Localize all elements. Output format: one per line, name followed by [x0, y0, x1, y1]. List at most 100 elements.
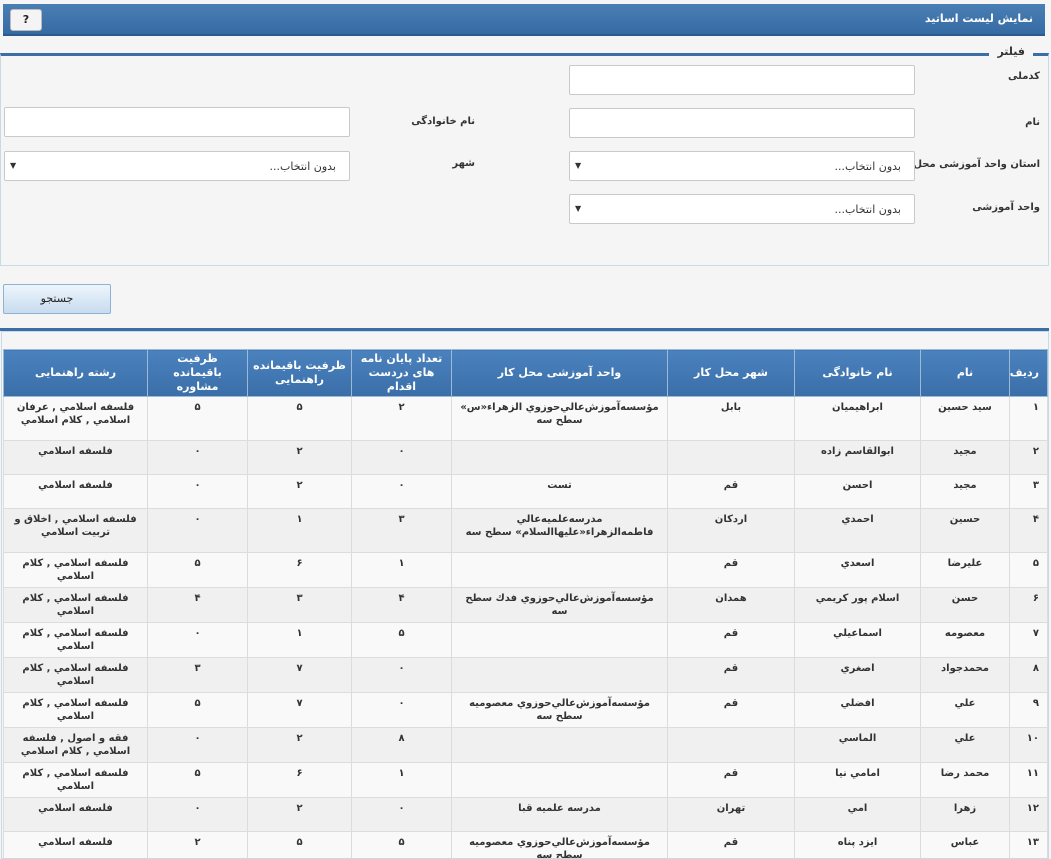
cell-unit: [451, 727, 668, 763]
search-button[interactable]: جستجو: [3, 284, 111, 314]
table-row[interactable]: ۱ سید حسین ابراهیمیان بابل مؤسسه‌آموزش‌عالي‌…: [3, 396, 1048, 441]
table-row[interactable]: ۹ علي افضلي قم مؤسسه‌آموزش‌عالي‌حوزوي معصومي…: [3, 692, 1048, 728]
cell-last-name: امامي نيا: [794, 762, 921, 798]
cell-last-name: احمدي: [794, 508, 921, 553]
cell-theses-count: ۴: [351, 587, 452, 623]
cell-last-name: ابراهیمیان: [794, 396, 921, 441]
cell-rownum: ۶: [1009, 587, 1048, 623]
cell-field: فلسفه اسلامي , کلام اسلامي: [3, 692, 148, 728]
col-unit-header[interactable]: واحد آموزشی محل کار: [451, 349, 668, 397]
page-title: نمایش لیست اساتید: [924, 12, 1033, 25]
col-city-header[interactable]: شهر محل کار: [667, 349, 795, 397]
cell-advisory-capacity: ۵: [147, 396, 248, 441]
cell-unit: [451, 657, 668, 693]
cell-unit: [451, 552, 668, 588]
cell-last-name: ايزد پناه: [794, 831, 921, 858]
table-row[interactable]: ۷ معصومه اسماعيلي قم ۵ ۱ ۰ فلسفه اسلامي , کلام …: [3, 622, 1048, 658]
cell-field: فلسفه اسلامي: [3, 797, 148, 832]
help-button[interactable]: ?: [10, 9, 42, 31]
cell-first-name: علي: [920, 692, 1010, 728]
cell-unit: مدرسه‌علميه‌عالي فاطمه‌الزهراء«عليهاالسل…: [451, 508, 668, 553]
cell-rownum: ۱۱: [1009, 762, 1048, 798]
cell-rownum: ۲: [1009, 440, 1048, 475]
cell-first-name: عليرضا: [920, 552, 1010, 588]
col-theses-count-header[interactable]: تعداد پایان نامه های دردست اقدام: [351, 349, 452, 397]
cell-supervision-capacity: ۱: [247, 622, 352, 658]
cell-theses-count: ۰: [351, 474, 452, 509]
cell-advisory-capacity: ۵: [147, 762, 248, 798]
cell-last-name: اسلام پور کريمي: [794, 587, 921, 623]
last-name-label: نام خانوادگی: [411, 116, 475, 127]
table-row[interactable]: ۲ مجيد ابوالقاسم زاده ۰ ۲ ۰ فلسفه اسلامي: [3, 440, 1048, 475]
table-row[interactable]: ۱۱ محمد رضا امامي نيا قم ۱ ۶ ۵ فلسفه اسلامي , ک…: [3, 762, 1048, 798]
cell-rownum: ۱۳: [1009, 831, 1048, 858]
unit-select[interactable]: بدون انتخاب... ▼: [569, 194, 915, 224]
cell-theses-count: ۱: [351, 762, 452, 798]
col-supervision-capacity-header[interactable]: ظرفیت باقیمانده راهنمایی: [247, 349, 352, 397]
cell-first-name: مجيد: [920, 440, 1010, 475]
col-last-name-header[interactable]: نام خانوادگی: [794, 349, 921, 397]
table-row[interactable]: ۵ عليرضا اسعدي قم ۱ ۶ ۵ فلسفه اسلامي , کلام اسل…: [3, 552, 1048, 588]
col-field-header[interactable]: رشته راهنمایی: [3, 349, 148, 397]
first-name-input[interactable]: [569, 108, 915, 138]
cell-city: قم: [667, 762, 795, 798]
cell-advisory-capacity: ۵: [147, 552, 248, 588]
cell-first-name: زهرا: [920, 797, 1010, 832]
cell-unit: مؤسسه‌آموزش‌عالي‌حوزوي الزهراء«س» سطح سه: [451, 396, 668, 441]
cell-first-name: سید حسین: [920, 396, 1010, 441]
cell-unit: مدرسه علميه قبا: [451, 797, 668, 832]
cell-field: فلسفه اسلامي , کلام اسلامي: [3, 622, 148, 658]
table-row[interactable]: ۱۳ عباس ايزد پناه قم مؤسسه‌آموزش‌عالي‌حوزوي …: [3, 831, 1048, 858]
province-select-value: بدون انتخاب...: [834, 160, 901, 173]
cell-unit: مؤسسه‌آموزش‌عالي‌حوزوي معصوميه سطح سه: [451, 692, 668, 728]
cell-theses-count: ۵: [351, 831, 452, 858]
city-label: شهر: [452, 158, 475, 169]
cell-theses-count: ۰: [351, 440, 452, 475]
cell-first-name: عباس: [920, 831, 1010, 858]
cell-first-name: معصومه: [920, 622, 1010, 658]
chevron-down-icon: ▼: [575, 161, 582, 170]
table-row[interactable]: ۳ مجيد احسن قم تست ۰ ۲ ۰ فلسفه اسلامي: [3, 474, 1048, 509]
cell-city: اردکان: [667, 508, 795, 553]
cell-advisory-capacity: ۲: [147, 831, 248, 858]
cell-field: فقه و اصول , فلسفه اسلامي , کلام اسلامي: [3, 727, 148, 763]
cell-supervision-capacity: ۶: [247, 762, 352, 798]
results-grid: ردیف نام نام خانوادگی شهر محل کار واحد آموزش…: [1, 331, 1049, 859]
cell-city: [667, 727, 795, 763]
cell-rownum: ۳: [1009, 474, 1048, 509]
cell-theses-count: ۰: [351, 657, 452, 693]
cell-theses-count: ۵: [351, 622, 452, 658]
col-first-name-header[interactable]: نام: [920, 349, 1010, 397]
col-rownum-header[interactable]: ردیف: [1009, 349, 1048, 397]
col-advisory-capacity-header[interactable]: ظرفیت باقیمانده مشاوره: [147, 349, 248, 397]
cell-supervision-capacity: ۶: [247, 552, 352, 588]
cell-city: قم: [667, 692, 795, 728]
cell-theses-count: ۱: [351, 552, 452, 588]
table-row[interactable]: ۴ حسين احمدي اردکان مدرسه‌علميه‌عالي فاطمه‌ا…: [3, 508, 1048, 553]
cell-unit: [451, 622, 668, 658]
cell-field: فلسفه اسلامي , کلام اسلامي: [3, 587, 148, 623]
table-row[interactable]: ۱۰ علي الماسي ۸ ۲ ۰ فقه و اصول , فلسفه اسلامي …: [3, 727, 1048, 763]
cell-advisory-capacity: ۰: [147, 508, 248, 553]
cell-theses-count: ۲: [351, 396, 452, 441]
province-select[interactable]: بدون انتخاب... ▼: [569, 151, 915, 181]
cell-city: قم: [667, 552, 795, 588]
title-bar: نمایش لیست اساتید ?: [3, 4, 1045, 36]
cell-last-name: امي: [794, 797, 921, 832]
cell-unit: مؤسسه‌آموزش‌عالي‌حوزوي فدك سطح سه: [451, 587, 668, 623]
cell-supervision-capacity: ۷: [247, 657, 352, 693]
cell-city: قم: [667, 657, 795, 693]
cell-first-name: علي: [920, 727, 1010, 763]
unit-select-value: بدون انتخاب...: [834, 203, 901, 216]
cell-rownum: ۱: [1009, 396, 1048, 441]
cell-advisory-capacity: ۰: [147, 797, 248, 832]
table-row[interactable]: ۶ حسن اسلام پور کريمي همدان مؤسسه‌آموزش‌عالي…: [3, 587, 1048, 623]
last-name-input[interactable]: [4, 107, 350, 137]
national-code-input[interactable]: [569, 65, 915, 95]
table-row[interactable]: ۱۲ زهرا امي تهران مدرسه علميه قبا ۰ ۲ ۰ فلسفه اس…: [3, 797, 1048, 832]
cell-rownum: ۹: [1009, 692, 1048, 728]
national-code-label: کدملی: [1008, 71, 1040, 82]
cell-last-name: اسماعيلي: [794, 622, 921, 658]
table-row[interactable]: ۸ محمدجواد اصغري قم ۰ ۷ ۳ فلسفه اسلامي , کلام ا…: [3, 657, 1048, 693]
city-select[interactable]: بدون انتخاب... ▼: [4, 151, 350, 181]
